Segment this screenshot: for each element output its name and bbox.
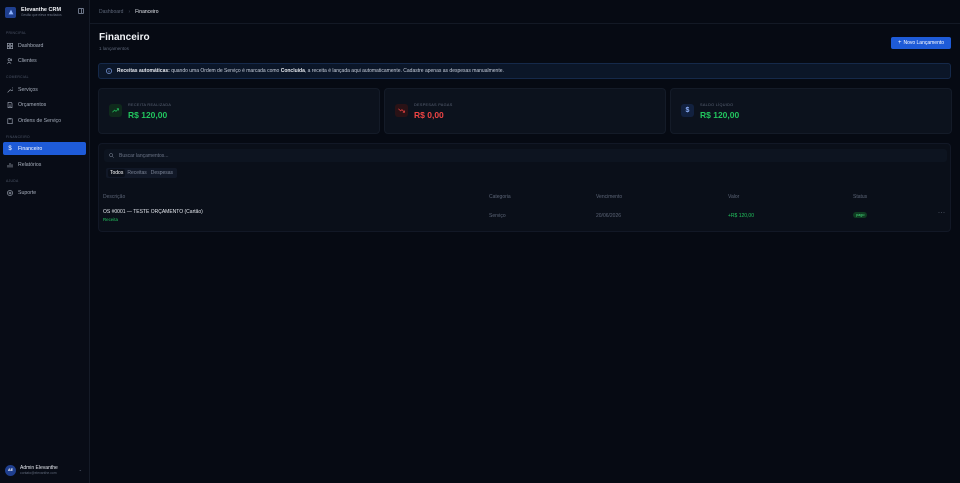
brand[interactable]: Elevanthe CRM Gestão que eleva resultado…: [5, 5, 85, 19]
banner-strong: Receitas automáticas:: [117, 68, 170, 74]
status-badge: pago: [853, 212, 868, 218]
table-header: Descrição Categoria Vencimento Valor Sta…: [99, 192, 952, 202]
bar-chart-icon: [7, 162, 13, 168]
user-menu[interactable]: AE Admin Elevanthe contato@elevanthe.com…: [5, 462, 85, 478]
document-icon: [7, 101, 13, 108]
users-icon: [7, 57, 13, 64]
card-value: R$ 0,00: [414, 110, 444, 120]
table-row[interactable]: OS #0001 — TESTE ORÇAMENTO (Cartão) Rece…: [99, 206, 952, 228]
entry-due-date: 20/06/2026: [596, 213, 622, 219]
trending-down-icon: [395, 104, 408, 117]
info-banner: Receitas automáticas: quando uma Ordem d…: [98, 63, 951, 79]
breadcrumb-dashboard[interactable]: Dashboard: [99, 9, 123, 15]
help-circle-icon: [7, 189, 13, 196]
banner-text: Receitas automáticas: quando uma Ordem d…: [117, 68, 504, 74]
filter-tabs: Todos Receitas Despesas: [106, 168, 178, 178]
breadcrumb-current: Financeiro: [135, 8, 159, 15]
sidebar-item-label: Dashboard: [18, 42, 44, 49]
tab-receitas[interactable]: Receitas: [125, 169, 148, 177]
column-header-vencimento[interactable]: Vencimento: [596, 194, 622, 200]
search-input[interactable]: [119, 152, 519, 159]
avatar: AE: [5, 464, 16, 476]
brand-subtitle: Gestão que eleva resultados: [21, 13, 62, 17]
card-value: R$ 120,00: [128, 110, 168, 120]
section-label-ajuda: AJUDA: [6, 179, 19, 183]
sidebar-item-label: Relatórios: [18, 161, 42, 168]
wrench-icon: [7, 86, 13, 93]
dollar-icon: $: [8, 145, 12, 152]
entry-category: Serviço: [489, 213, 506, 219]
sidebar-item-label: Ordens de Serviço: [18, 117, 61, 124]
breadcrumb: Dashboard › Financeiro: [90, 0, 960, 24]
more-options-icon[interactable]: ···: [938, 210, 946, 216]
sidebar-item-label: Orçamentos: [18, 101, 47, 108]
column-header-valor[interactable]: Valor: [728, 194, 739, 200]
banner-strong-2: Concluída: [280, 68, 305, 74]
card-label: RECEITA REALIZADA: [128, 103, 172, 107]
sidebar-item-label: Suporte: [18, 189, 37, 196]
column-header-descricao[interactable]: Descrição: [103, 194, 125, 200]
banner-text-b: , a receita é lançada aqui automaticamen…: [304, 68, 504, 74]
tab-despesas[interactable]: Despesas: [149, 169, 175, 177]
entries-panel: Todos Receitas Despesas Descrição Catego…: [98, 143, 951, 232]
clipboard-icon: [7, 117, 13, 124]
entry-type: Receita: [103, 217, 118, 222]
card-receita-realizada: RECEITA REALIZADA R$ 120,00: [98, 88, 380, 134]
page-title: Financeiro: [99, 32, 150, 43]
chevron-down-icon: ⌄: [78, 467, 82, 472]
card-value: R$ 120,00: [700, 110, 740, 120]
sidebar-item-servicos[interactable]: Serviços: [3, 83, 86, 96]
card-label: SALDO LÍQUIDO: [700, 103, 734, 107]
search-box[interactable]: [104, 149, 947, 162]
card-saldo-liquido: $ SALDO LÍQUIDO R$ 120,00: [670, 88, 952, 134]
dollar-icon: $: [681, 104, 694, 117]
sidebar-toggle-icon[interactable]: [78, 8, 84, 14]
sidebar-item-clientes[interactable]: Clientes: [3, 54, 86, 67]
sidebar-item-dashboard[interactable]: Dashboard: [3, 39, 86, 52]
card-despesas-pagas: DESPESAS PAGAS R$ 0,00: [384, 88, 666, 134]
chevron-right-icon: ›: [128, 8, 131, 15]
sidebar-item-ordens-de-servico[interactable]: Ordens de Serviço: [3, 114, 86, 127]
banner-text-a: quando uma Ordem de Serviço é marcada co…: [169, 68, 281, 74]
sidebar-item-label: Serviços: [18, 86, 38, 93]
sidebar-item-orcamentos[interactable]: Orçamentos: [3, 98, 86, 111]
section-label-principal: PRINCIPAL: [6, 31, 27, 35]
info-icon: [106, 68, 112, 74]
search-icon: [109, 153, 114, 158]
sidebar-item-financeiro[interactable]: $ Financeiro: [3, 142, 86, 155]
entry-value: +R$ 120,00: [728, 213, 754, 219]
trending-up-icon: [109, 104, 122, 117]
column-header-categoria[interactable]: Categoria: [489, 194, 511, 200]
logo-icon: [5, 6, 16, 18]
tab-todos[interactable]: Todos: [108, 169, 126, 177]
new-entry-label: Novo Lançamento: [903, 40, 945, 46]
sidebar-item-label: Financeiro: [18, 145, 43, 152]
plus-icon: +: [897, 40, 902, 46]
sidebar-item-suporte[interactable]: Suporte: [3, 186, 86, 199]
entry-description: OS #0001 — TESTE ORÇAMENTO (Cartão): [103, 209, 203, 215]
sidebar: Elevanthe CRM Gestão que eleva resultado…: [0, 0, 90, 483]
page-subtitle: 1 lançamentos: [99, 46, 129, 51]
user-email: contato@elevanthe.com: [20, 471, 57, 475]
sidebar-item-label: Clientes: [18, 57, 37, 64]
card-label: DESPESAS PAGAS: [414, 103, 453, 107]
section-label-comercial: COMERCIAL: [6, 75, 29, 79]
column-header-status[interactable]: Status: [853, 194, 867, 200]
new-entry-button[interactable]: + Novo Lançamento: [891, 37, 951, 49]
sidebar-item-relatorios[interactable]: Relatórios: [3, 158, 86, 171]
section-label-financeiro: FINANCEIRO: [6, 135, 30, 139]
grid-icon: [7, 42, 13, 49]
